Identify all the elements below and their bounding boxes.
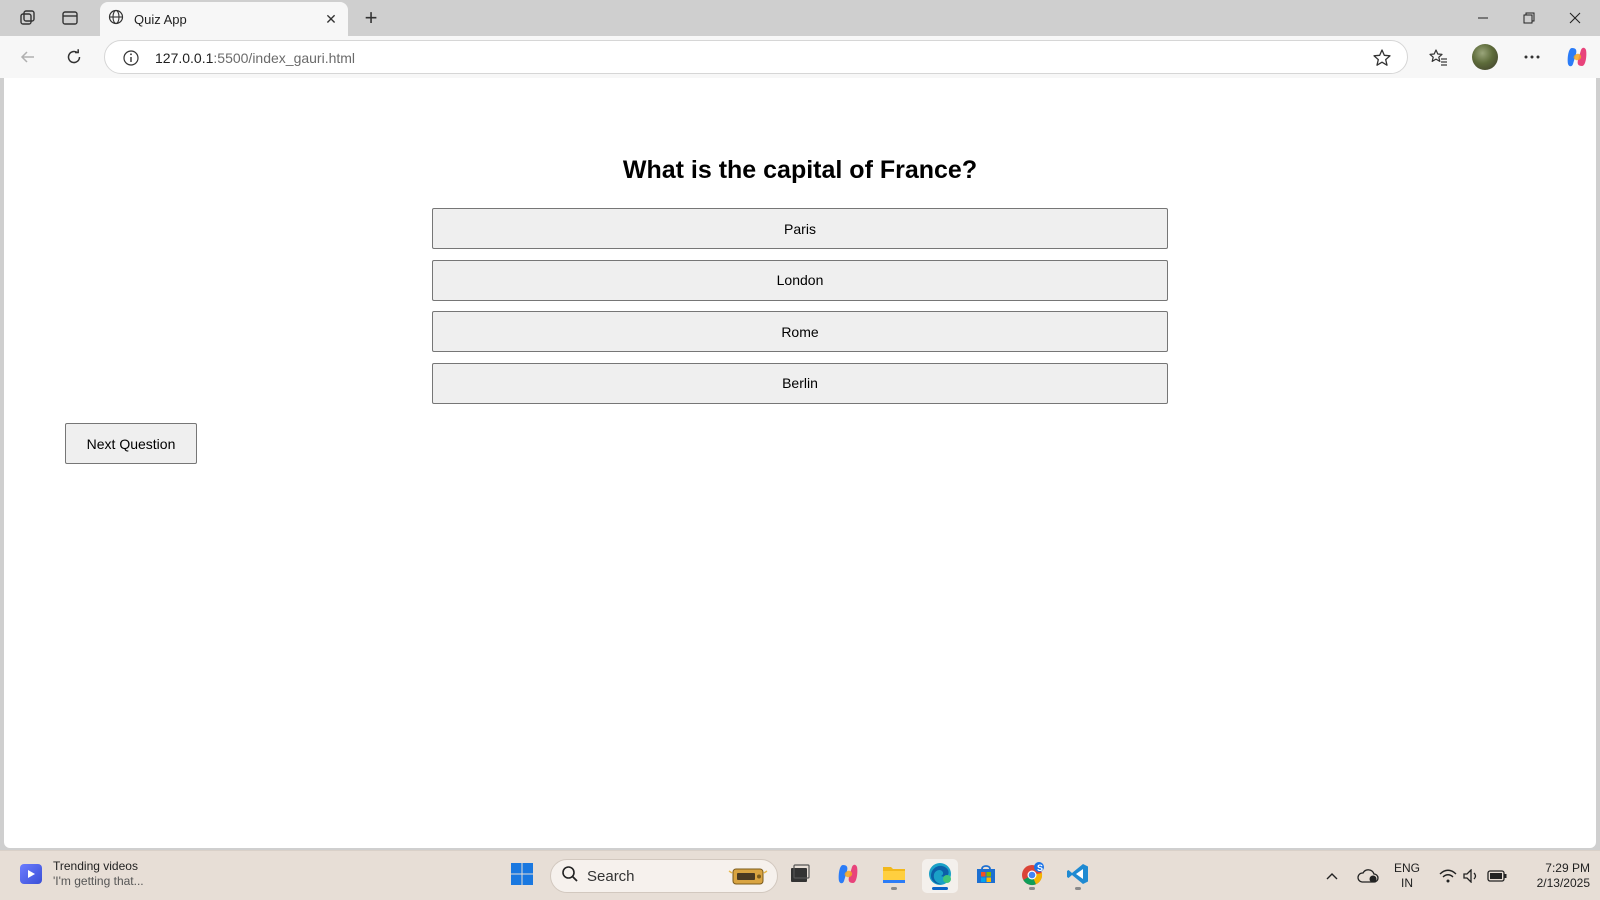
answer-options: Paris London Rome Berlin bbox=[432, 208, 1168, 414]
answer-option-paris[interactable]: Paris bbox=[432, 208, 1168, 249]
store-icon bbox=[974, 862, 998, 891]
more-options-icon[interactable] bbox=[1516, 41, 1548, 73]
folder-icon bbox=[882, 863, 906, 890]
taskbar-search[interactable]: Search bbox=[550, 859, 778, 893]
clock-time: 7:29 PM bbox=[1545, 861, 1590, 875]
windows-logo-icon bbox=[510, 862, 534, 891]
close-window-icon[interactable] bbox=[1552, 0, 1598, 36]
answer-option-berlin[interactable]: Berlin bbox=[432, 362, 1168, 404]
onedrive-icon[interactable] bbox=[1354, 851, 1382, 900]
restore-icon[interactable] bbox=[1506, 0, 1552, 36]
widget-title: Trending videos bbox=[53, 859, 138, 873]
lang-line-1: ENG bbox=[1394, 861, 1421, 875]
refresh-icon[interactable] bbox=[58, 41, 90, 73]
copilot-app-icon bbox=[836, 862, 860, 891]
search-label: Search bbox=[587, 867, 635, 885]
workspaces-icon[interactable] bbox=[10, 4, 46, 32]
running-indicator bbox=[1029, 887, 1035, 890]
task-view-button[interactable] bbox=[782, 859, 818, 893]
system-clock[interactable]: 7:29 PM 2/13/2025 bbox=[1512, 861, 1590, 891]
minimize-icon[interactable] bbox=[1460, 0, 1506, 36]
url-host: 127.0.0.1 bbox=[155, 50, 214, 66]
wifi-icon[interactable] bbox=[1436, 851, 1460, 900]
tab-title: Quiz App bbox=[134, 11, 187, 27]
chrome-badge: S bbox=[1037, 863, 1044, 873]
start-button[interactable] bbox=[504, 859, 540, 893]
copilot-taskbar-button[interactable] bbox=[830, 859, 866, 893]
profile-avatar[interactable] bbox=[1472, 44, 1498, 70]
task-view-icon bbox=[789, 863, 811, 890]
volume-icon[interactable] bbox=[1460, 851, 1482, 900]
browser-tab-strip: Quiz App ✕ + bbox=[0, 0, 1600, 36]
lang-line-2: IN bbox=[1401, 876, 1413, 890]
file-explorer-button[interactable] bbox=[876, 859, 912, 893]
edge-browser-button[interactable] bbox=[922, 859, 958, 893]
windows-taskbar: Trending videos 'I'm getting that... Sea… bbox=[0, 850, 1600, 900]
clock-date: 2/13/2025 bbox=[1536, 876, 1590, 890]
close-tab-icon[interactable]: ✕ bbox=[322, 10, 340, 28]
site-info-icon[interactable] bbox=[121, 48, 141, 68]
active-indicator bbox=[932, 887, 948, 890]
language-indicator[interactable]: ENG IN bbox=[1394, 861, 1420, 891]
tab-actions-icon[interactable] bbox=[52, 4, 88, 32]
next-question-button[interactable]: Next Question bbox=[65, 423, 197, 464]
vscode-button[interactable] bbox=[1060, 859, 1096, 893]
question-heading: What is the capital of France? bbox=[622, 156, 978, 184]
new-tab-button[interactable]: + bbox=[354, 4, 388, 32]
microsoft-store-button[interactable] bbox=[968, 859, 1004, 893]
widget-subtitle: 'I'm getting that... bbox=[53, 874, 144, 888]
search-highlight-icon bbox=[727, 865, 769, 887]
running-indicator bbox=[891, 887, 897, 890]
search-icon bbox=[561, 865, 579, 888]
browser-toolbar: 127.0.0.1:5500/index_gauri.html bbox=[0, 36, 1600, 78]
answer-option-london[interactable]: London bbox=[432, 259, 1168, 301]
answer-option-rome[interactable]: Rome bbox=[432, 311, 1168, 352]
show-hidden-icons-chevron-up-icon[interactable] bbox=[1320, 851, 1344, 900]
url-text[interactable]: 127.0.0.1:5500/index_gauri.html bbox=[155, 50, 355, 66]
widgets-button[interactable]: Trending videos 'I'm getting that... bbox=[20, 859, 144, 889]
battery-icon[interactable] bbox=[1484, 851, 1510, 900]
chrome-button[interactable]: S bbox=[1014, 859, 1050, 893]
web-page-viewport: What is the capital of France? Paris Lon… bbox=[4, 78, 1596, 848]
globe-icon bbox=[108, 9, 124, 30]
favorites-icon[interactable] bbox=[1422, 41, 1454, 73]
running-indicator bbox=[1075, 887, 1081, 890]
favorite-star-icon[interactable] bbox=[1371, 47, 1393, 69]
address-bar[interactable]: 127.0.0.1:5500/index_gauri.html bbox=[104, 40, 1408, 74]
video-play-icon bbox=[20, 864, 42, 884]
copilot-icon[interactable] bbox=[1564, 44, 1590, 70]
tab-quiz-app[interactable]: Quiz App ✕ bbox=[100, 2, 348, 36]
url-path: :5500/index_gauri.html bbox=[213, 50, 356, 66]
back-arrow-icon[interactable] bbox=[12, 41, 44, 73]
